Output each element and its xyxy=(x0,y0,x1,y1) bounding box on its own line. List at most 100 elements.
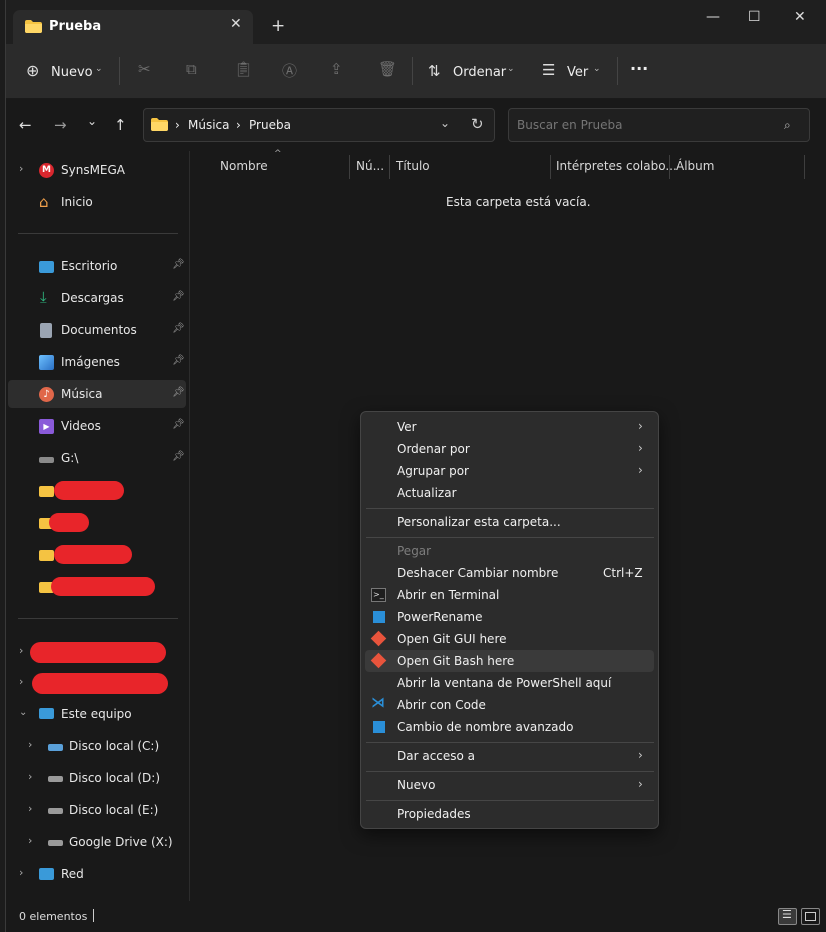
divider xyxy=(412,57,413,85)
breadcrumb-prueba[interactable]: Prueba xyxy=(249,118,291,132)
sidebar-item-escritorio[interactable]: Escritorio 📌︎ xyxy=(8,252,186,280)
pane-splitter[interactable] xyxy=(189,151,190,901)
sidebar-item-redacted-folder[interactable] xyxy=(8,540,186,568)
menu-item-label: Actualizar xyxy=(397,486,457,500)
column-header-album[interactable]: Álbum xyxy=(676,159,714,173)
copy-icon[interactable]: ⧉ xyxy=(186,60,197,78)
tab-prueba[interactable]: Prueba ✕ xyxy=(13,10,253,44)
menu-item-abrir-con-code[interactable]: ⋊ Abrir con Code xyxy=(365,694,654,716)
sidebar-item-redacted-folder[interactable] xyxy=(8,476,186,504)
search-icon[interactable]: ⌕ xyxy=(784,118,791,133)
forward-arrow-icon[interactable]: → xyxy=(54,116,67,134)
menu-item-propiedades[interactable]: Propiedades xyxy=(365,803,654,825)
pin-icon[interactable]: 📌︎ xyxy=(172,259,185,270)
maximize-button[interactable]: ☐ xyxy=(748,9,761,25)
back-arrow-icon[interactable]: ← xyxy=(19,116,32,134)
sidebar-item-disco-c[interactable]: › Disco local (C:) xyxy=(8,732,186,760)
more-options-icon[interactable]: ··· xyxy=(630,59,648,78)
menu-item-personalizar[interactable]: Personalizar esta carpeta... xyxy=(365,511,654,533)
close-tab-icon[interactable]: ✕ xyxy=(230,16,242,32)
minimize-button[interactable]: — xyxy=(706,9,720,25)
column-divider[interactable] xyxy=(389,155,390,179)
column-header-interpretes[interactable]: Intérpretes colabo... xyxy=(556,159,677,173)
menu-item-actualizar[interactable]: Actualizar xyxy=(365,482,654,504)
menu-item-label: Open Git Bash here xyxy=(397,654,515,668)
sidebar-item-redacted-folder[interactable] xyxy=(8,572,186,600)
sidebar-item-red[interactable]: › Red xyxy=(8,860,186,888)
sidebar-item-musica[interactable]: ♪ Música 📌︎ xyxy=(8,380,186,408)
column-header-nombre[interactable]: Nombre xyxy=(220,159,268,173)
chevron-down-icon[interactable]: ⌄ xyxy=(19,707,27,718)
sidebar-item-documentos[interactable]: Documentos 📌︎ xyxy=(8,316,186,344)
recent-locations-chevron-icon[interactable]: ⌄ xyxy=(87,114,97,128)
search-input[interactable] xyxy=(508,108,810,142)
column-divider[interactable] xyxy=(349,155,350,179)
chevron-right-icon[interactable]: › xyxy=(19,866,23,879)
sidebar-item-imagenes[interactable]: Imágenes 📌︎ xyxy=(8,348,186,376)
column-header-numero[interactable]: Nú... xyxy=(356,159,384,173)
delete-icon[interactable]: 🗑︎ xyxy=(378,60,397,78)
chevron-right-icon[interactable]: › xyxy=(28,770,32,783)
menu-item-cambio-nombre-avanzado[interactable]: Cambio de nombre avanzado xyxy=(365,716,654,738)
menu-item-ordenar-por[interactable]: Ordenar por › xyxy=(365,438,654,460)
details-view-button[interactable]: ☰ xyxy=(778,908,797,925)
sidebar-item-redacted[interactable]: › xyxy=(8,669,186,697)
menu-item-git-gui[interactable]: Open Git GUI here xyxy=(365,628,654,650)
sidebar-item-disco-d[interactable]: › Disco local (D:) xyxy=(8,764,186,792)
pin-icon[interactable]: 📌︎ xyxy=(172,355,185,366)
chevron-right-icon[interactable]: › xyxy=(19,162,23,175)
menu-item-deshacer[interactable]: Deshacer Cambiar nombre Ctrl+Z xyxy=(365,562,654,584)
address-history-chevron-icon[interactable]: ⌄ xyxy=(440,116,450,130)
sidebar-item-synsmega[interactable]: › M SynsMEGA xyxy=(8,156,186,184)
chevron-right-icon[interactable]: › xyxy=(28,738,32,751)
large-icons-view-button[interactable] xyxy=(801,908,820,925)
chevron-right-icon[interactable]: › xyxy=(19,675,23,688)
chevron-right-icon[interactable]: › xyxy=(19,644,23,657)
cut-icon[interactable]: ✂ xyxy=(138,60,151,78)
menu-item-label: PowerRename xyxy=(397,610,483,624)
divider xyxy=(18,618,178,619)
close-window-button[interactable]: ✕ xyxy=(794,9,806,25)
sidebar-item-disco-e[interactable]: › Disco local (E:) xyxy=(8,796,186,824)
menu-item-ver[interactable]: Ver › xyxy=(365,416,654,438)
column-divider[interactable] xyxy=(804,155,805,179)
sidebar-item-inicio[interactable]: ⌂ Inicio xyxy=(8,188,186,216)
menu-item-powershell[interactable]: Abrir la ventana de PowerShell aquí xyxy=(365,672,654,694)
menu-item-git-bash[interactable]: Open Git Bash here xyxy=(365,650,654,672)
refresh-icon[interactable]: ↻ xyxy=(471,115,484,133)
column-header-titulo[interactable]: Título xyxy=(396,159,430,173)
column-divider[interactable] xyxy=(550,155,551,179)
menu-item-abrir-terminal[interactable]: >_ Abrir en Terminal xyxy=(365,584,654,606)
command-bar: ⊕ Nuevo ⌄ ✂ ⧉ 📋︎ Ⓐ ⇪ 🗑︎ ⇅ Ordenar ⌄ ☰ Ve… xyxy=(6,44,826,99)
chevron-right-icon[interactable]: › xyxy=(28,834,32,847)
share-icon[interactable]: ⇪ xyxy=(330,60,343,78)
pin-icon[interactable]: 📌︎ xyxy=(172,323,185,334)
breadcrumb-musica[interactable]: Música xyxy=(188,118,230,132)
column-divider[interactable] xyxy=(669,155,670,179)
menu-item-dar-acceso[interactable]: Dar acceso a › xyxy=(365,745,654,767)
menu-item-powerrename[interactable]: PowerRename xyxy=(365,606,654,628)
sidebar-item-g-drive[interactable]: G:\ 📌︎ xyxy=(8,444,186,472)
chevron-right-icon[interactable]: › xyxy=(28,802,32,815)
pin-icon[interactable]: 📌︎ xyxy=(172,451,185,462)
rename-icon[interactable]: Ⓐ xyxy=(282,60,297,81)
breadcrumb-separator[interactable]: › xyxy=(175,118,180,132)
pictures-icon xyxy=(39,355,54,370)
sidebar-item-redacted[interactable]: › xyxy=(8,638,186,666)
sidebar-item-redacted-folder[interactable] xyxy=(8,508,186,536)
paste-icon[interactable]: 📋︎ xyxy=(234,60,253,78)
sidebar-item-este-equipo[interactable]: ⌄ Este equipo xyxy=(8,700,186,728)
address-bar[interactable]: › Música › Prueba ⌄ ↻ xyxy=(143,108,495,142)
pin-icon[interactable]: 📌︎ xyxy=(172,387,185,398)
sidebar-item-descargas[interactable]: ⤓ Descargas 📌︎ xyxy=(8,284,186,312)
menu-item-agrupar-por[interactable]: Agrupar por › xyxy=(365,460,654,482)
new-tab-button[interactable]: + xyxy=(271,16,285,36)
up-arrow-icon[interactable]: ↑ xyxy=(114,116,127,134)
pin-icon[interactable]: 📌︎ xyxy=(172,291,185,302)
menu-item-nuevo[interactable]: Nuevo › xyxy=(365,774,654,796)
breadcrumb-separator[interactable]: › xyxy=(236,118,241,132)
divider xyxy=(119,57,120,85)
sidebar-item-videos[interactable]: ▶ Videos 📌︎ xyxy=(8,412,186,440)
sidebar-item-google-drive[interactable]: › Google Drive (X:) xyxy=(8,828,186,856)
pin-icon[interactable]: 📌︎ xyxy=(172,419,185,430)
